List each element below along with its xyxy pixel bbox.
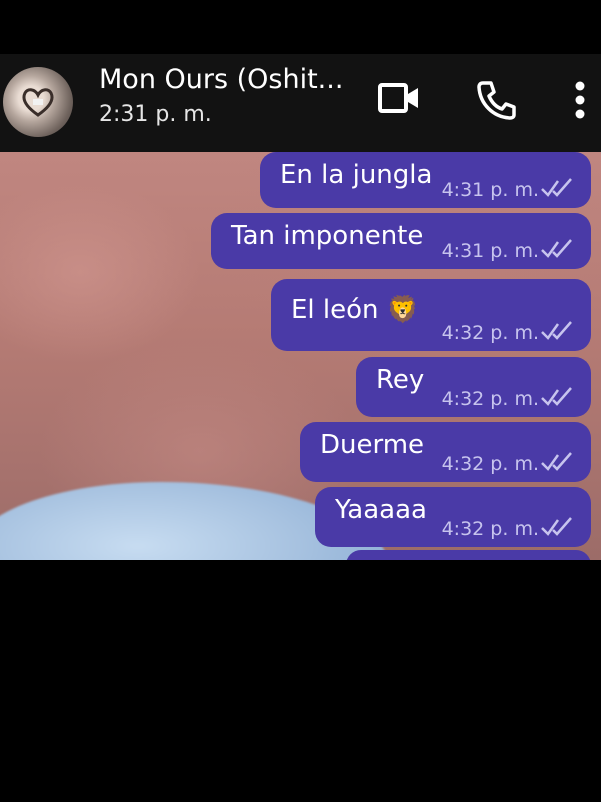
bottom-black-area — [0, 560, 601, 802]
double-check-icon — [541, 387, 572, 406]
double-check-icon — [541, 239, 572, 258]
double-check-icon — [541, 517, 572, 536]
message-bubble[interactable]: Yaaaaa 4:32 p. m. — [315, 487, 591, 547]
avatar[interactable] — [3, 67, 73, 137]
message-text: Yaaaaa — [335, 495, 427, 525]
phone-call-icon[interactable] — [474, 78, 518, 122]
heart-hands-icon — [22, 88, 54, 117]
top-black-bar — [0, 0, 601, 54]
message-time: 4:32 p. m. — [441, 322, 539, 344]
chat-area[interactable]: En la jungla 4:31 p. m. Tan imponente 4:… — [0, 152, 601, 560]
message-text: Duerme — [320, 430, 425, 460]
double-check-icon — [541, 178, 572, 197]
double-check-icon — [541, 321, 572, 340]
chat-header: Mon Ours (Oshit... 2:31 p. m. — [0, 54, 601, 152]
message-text: El león 🦁 — [291, 295, 420, 325]
message-text: Tan imponente — [231, 221, 424, 251]
message-bubble[interactable]: En la jungla 4:31 p. m. — [260, 152, 591, 208]
last-seen-time: 2:31 p. m. — [99, 102, 212, 127]
message-time: 4:31 p. m. — [441, 179, 539, 201]
contact-name[interactable]: Mon Ours (Oshit... — [99, 64, 343, 95]
message-bubble[interactable]: El león 🦁 4:32 p. m. — [271, 279, 591, 351]
message-bubble[interactable]: Rey 4:32 p. m. — [356, 357, 591, 417]
message-bubble-partial[interactable] — [346, 550, 591, 560]
message-bubble[interactable]: Tan imponente 4:31 p. m. — [211, 213, 591, 269]
message-text: Rey — [376, 365, 425, 395]
double-check-icon — [541, 452, 572, 471]
message-time: 4:31 p. m. — [441, 240, 539, 262]
message-time: 4:32 p. m. — [441, 453, 539, 475]
message-bubble[interactable]: Duerme 4:32 p. m. — [300, 422, 591, 482]
message-time: 4:32 p. m. — [441, 388, 539, 410]
video-call-icon[interactable] — [377, 78, 421, 118]
message-time: 4:32 p. m. — [441, 518, 539, 540]
more-vert-icon[interactable] — [568, 78, 592, 122]
message-text: En la jungla — [280, 160, 433, 190]
